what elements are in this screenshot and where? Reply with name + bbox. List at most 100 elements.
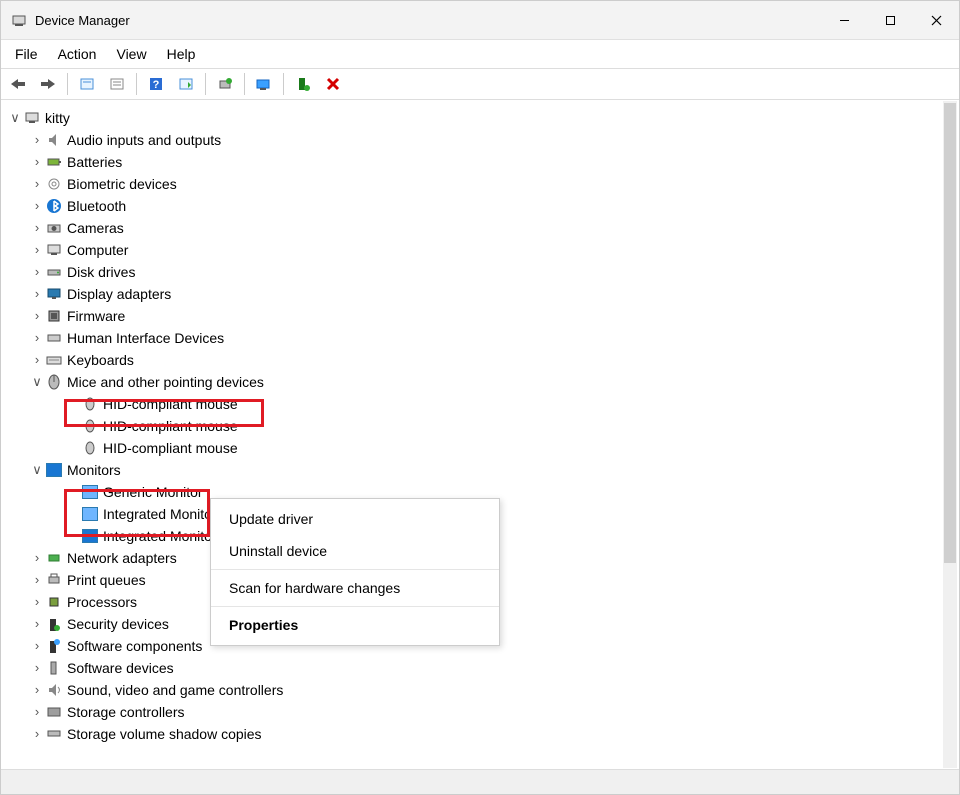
tree-item-mouse-1[interactable]: HID-compliant mouse [7,415,941,437]
expand-icon[interactable]: › [29,261,45,283]
device-icon [45,241,63,259]
tree-item[interactable]: ›Bluetooth [7,195,941,217]
tree-item[interactable]: ›Computer [7,239,941,261]
expand-icon[interactable]: › [29,657,45,679]
tree-item[interactable]: › Software devices [7,657,941,679]
menu-file[interactable]: File [5,42,48,66]
mouse-icon [81,417,99,435]
tree-item[interactable]: ›Keyboards [7,349,941,371]
tree-item[interactable]: ›Audio inputs and outputs [7,129,941,151]
device-icon [45,703,63,721]
device-icon [45,615,63,633]
expand-icon[interactable]: › [29,701,45,723]
toolbar-button-4[interactable] [173,71,199,97]
window-title: Device Manager [35,13,130,28]
context-uninstall-device[interactable]: Uninstall device [211,535,499,567]
expand-icon[interactable]: › [29,129,45,151]
monitor-icon [81,527,99,545]
monitor-icon [81,505,99,523]
toolbar-back-button[interactable] [5,71,31,97]
context-properties[interactable]: Properties [211,609,499,641]
close-button[interactable] [913,1,959,39]
toolbar-help-button[interactable]: ? [143,71,169,97]
device-icon [45,571,63,589]
mouse-icon [81,395,99,413]
expand-icon[interactable]: › [29,217,45,239]
menu-view[interactable]: View [106,42,156,66]
tree-item[interactable]: ›Firmware [7,305,941,327]
monitor-icon [45,461,63,479]
maximize-button[interactable] [867,1,913,39]
toolbar-button-5[interactable] [212,71,238,97]
tree-item-label: Biometric devices [67,173,183,195]
toolbar-button-7[interactable] [290,71,316,97]
tree-item-label: Sound, video and game controllers [67,679,289,701]
toolbar-button-1[interactable] [74,71,100,97]
tree-item[interactable]: › Storage controllers [7,701,941,723]
tree-item[interactable]: ›Human Interface Devices [7,327,941,349]
tree-item-label: HID-compliant mouse [103,393,244,415]
tree-item[interactable]: › Sound, video and game controllers [7,679,941,701]
tree-item[interactable]: › Biometric devices [7,173,941,195]
device-icon [45,263,63,281]
expand-icon[interactable]: › [29,569,45,591]
tree-item-mouse-2[interactable]: HID-compliant mouse [7,437,941,459]
toolbar-button-6[interactable] [251,71,277,97]
context-menu: Update driver Uninstall device Scan for … [210,498,500,646]
device-icon [45,725,63,743]
expand-icon[interactable]: › [29,635,45,657]
expand-icon[interactable]: › [29,327,45,349]
tree-item-label: Mice and other pointing devices [67,371,270,393]
device-icon [45,351,63,369]
tree-item-mouse-0[interactable]: HID-compliant mouse [7,393,941,415]
expand-icon[interactable]: › [29,613,45,635]
tree-item[interactable]: ›Batteries [7,151,941,173]
expand-icon[interactable]: › [29,547,45,569]
device-icon [45,593,63,611]
context-scan-hardware[interactable]: Scan for hardware changes [211,572,499,604]
computer-icon [23,109,41,127]
expand-icon[interactable]: › [29,195,45,217]
tree-item-label: Monitors [67,459,127,481]
minimize-button[interactable] [821,1,867,39]
toolbar-button-2[interactable] [104,71,130,97]
collapse-icon[interactable]: ∨ [29,459,45,481]
device-tree[interactable]: ∨ kitty ›Audio inputs and outputs›Batter… [1,101,941,768]
expand-icon[interactable]: › [29,239,45,261]
tree-item[interactable]: ›Disk drives [7,261,941,283]
device-icon [45,307,63,325]
collapse-icon[interactable]: ∨ [7,107,23,129]
expand-icon[interactable]: › [29,349,45,371]
tree-item-label: Network adapters [67,547,183,569]
tree-root[interactable]: ∨ kitty [7,107,941,129]
scrollbar-thumb[interactable] [944,103,956,563]
tree-item-label: HID-compliant mouse [103,437,244,459]
expand-icon[interactable]: › [29,679,45,701]
toolbar-forward-button[interactable] [35,71,61,97]
expand-icon[interactable]: › [29,151,45,173]
menu-action[interactable]: Action [48,42,107,66]
toolbar: ? [1,68,959,100]
expand-icon[interactable]: › [29,591,45,613]
tree-item-monitors[interactable]: ∨ Monitors [7,459,941,481]
vertical-scrollbar[interactable] [943,101,957,768]
expand-icon[interactable]: › [29,305,45,327]
tree-item-mice[interactable]: ∨ Mice and other pointing devices [7,371,941,393]
tree-item-label: Integrated Monitor [103,503,223,525]
tree-item-label: Storage controllers [67,701,191,723]
context-update-driver[interactable]: Update driver [211,503,499,535]
tree-item-label: Display adapters [67,283,177,305]
expand-icon[interactable]: › [29,173,45,195]
expand-icon[interactable]: › [29,723,45,745]
svg-text:?: ? [153,79,160,91]
menu-help[interactable]: Help [157,42,206,66]
expand-icon[interactable]: › [29,283,45,305]
tree-item[interactable]: › Display adapters [7,283,941,305]
tree-item-label: Software devices [67,657,180,679]
tree-item-label: HID-compliant mouse [103,415,244,437]
device-icon [45,659,63,677]
tree-item[interactable]: ›Storage volume shadow copies [7,723,941,745]
toolbar-remove-button[interactable] [320,71,346,97]
collapse-icon[interactable]: ∨ [29,371,45,393]
tree-item[interactable]: ›Cameras [7,217,941,239]
